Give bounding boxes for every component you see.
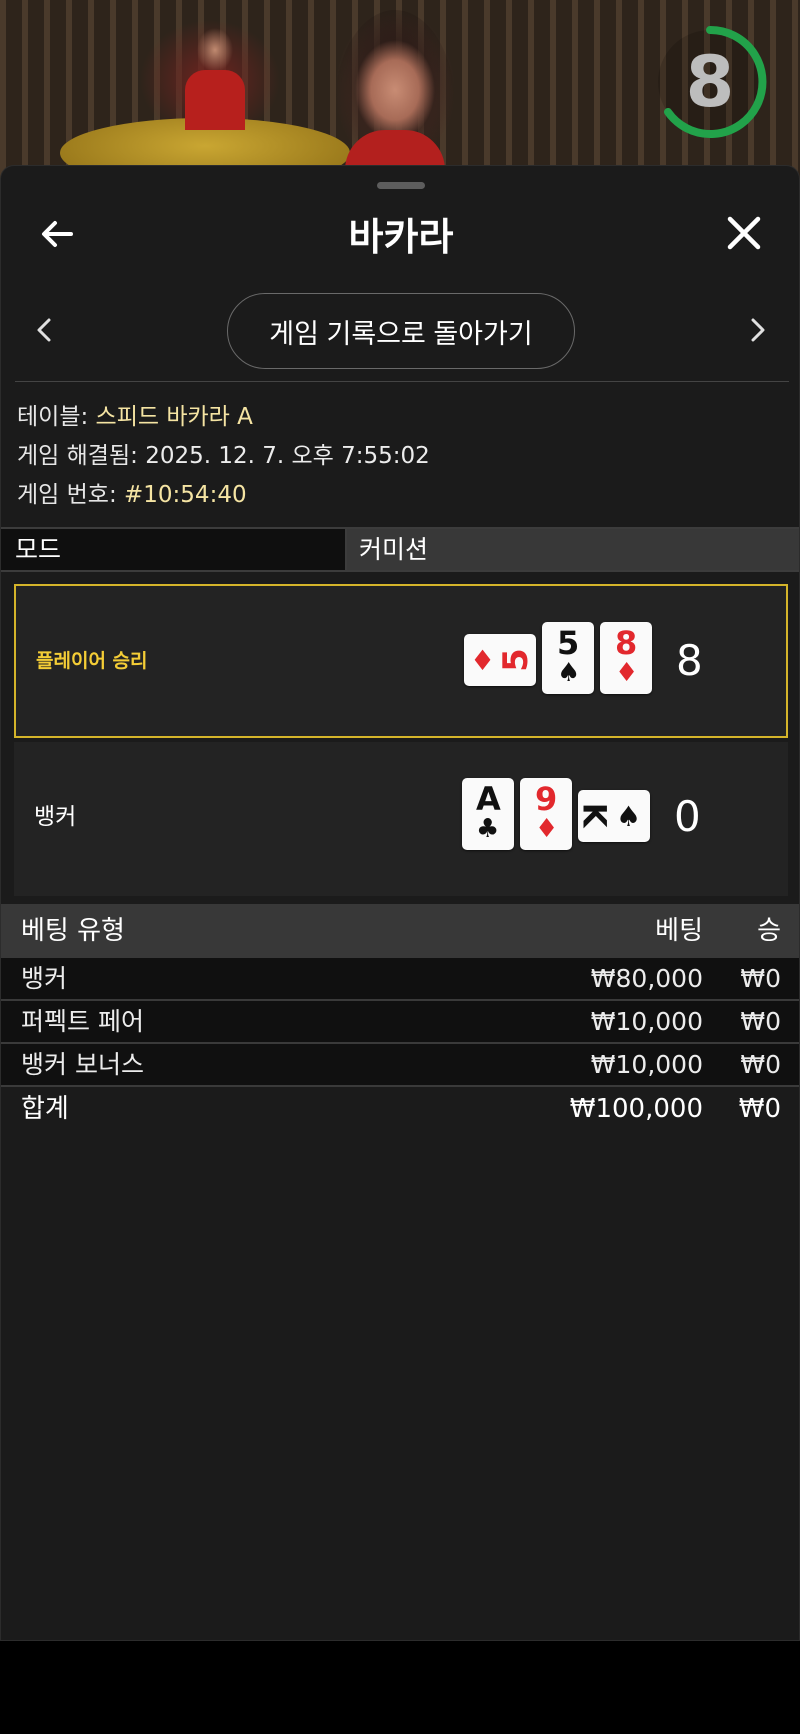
bet-type: 뱅커 보너스: [21, 1050, 144, 1079]
club-suit-icon: ♣: [476, 814, 500, 844]
previous-game-chevron-icon[interactable]: [33, 315, 55, 345]
card-rank: K: [575, 802, 614, 828]
mode-label: 모드: [1, 529, 347, 570]
sheet-drag-handle[interactable]: [377, 182, 425, 189]
table-row: 퍼펙트 페어 ₩10,000 ₩0: [1, 1001, 799, 1044]
diamond-suit-icon: ♦: [470, 644, 496, 677]
total-row: 합계 ₩100,000 ₩0: [1, 1087, 799, 1130]
countdown-timer: 8: [685, 41, 735, 123]
back-to-history-button[interactable]: 게임 기록으로 돌아가기: [227, 293, 575, 369]
mode-row: 모드 커미션: [1, 527, 799, 572]
win-amount-header: 승: [757, 916, 781, 946]
card-8-diamonds: 8 ♦: [600, 622, 652, 694]
win-amount: ₩0: [740, 964, 781, 993]
resolved-label: 게임 해결됨:: [17, 443, 138, 469]
bet-type: 뱅커: [21, 964, 68, 993]
table-value: 스피드 바카라 A: [95, 404, 253, 430]
table-info: 테이블: 스피드 바카라 A: [17, 398, 777, 437]
table-label: 테이블:: [17, 404, 89, 430]
total-bet-amount: ₩100,000: [569, 1094, 703, 1124]
bets-table-header: 베팅 유형 베팅 승: [1, 904, 799, 958]
banker-score: 0: [674, 792, 701, 841]
card-9-diamonds: 9 ♦: [520, 778, 572, 850]
next-game-chevron-icon[interactable]: [747, 315, 769, 345]
history-navigation: 게임 기록으로 돌아가기: [1, 291, 799, 371]
bet-type: 퍼펙트 페어: [21, 1007, 144, 1036]
mode-value: 커미션: [347, 529, 799, 570]
player-result: 플레이어 승리 5 ♦ 5 ♠ 8 ♦ 8: [14, 584, 788, 738]
page-title: 바카라: [348, 215, 454, 259]
game-info: 테이블: 스피드 바카라 A 게임 해결됨: 2025. 12. 7. 오후 7…: [17, 398, 777, 515]
bet-amount: ₩10,000: [590, 1007, 703, 1036]
resolved-info: 게임 해결됨: 2025. 12. 7. 오후 7:55:02: [17, 437, 777, 476]
bet-type-header: 베팅 유형: [21, 916, 125, 946]
card-5-diamonds: 5 ♦: [464, 634, 536, 686]
card-a-clubs: A ♣: [462, 778, 514, 850]
game-history-sheet: 바카라 게임 기록으로 돌아가기 테이블: 스피드 바카라 A 게임 해결됨: …: [0, 165, 800, 1641]
card-rank: 9: [535, 780, 558, 818]
diamond-suit-icon: ♦: [535, 814, 559, 844]
bet-amount: ₩10,000: [590, 1050, 703, 1079]
close-icon[interactable]: [723, 212, 765, 254]
bet-amount-header: 베팅: [655, 916, 703, 946]
game-number-info: 게임 번호: #10:54:40: [17, 476, 777, 515]
background-dealer: [180, 20, 250, 130]
sheet-header: 바카라: [1, 196, 799, 266]
card-rank: 8: [615, 624, 638, 662]
win-amount: ₩0: [740, 1050, 781, 1079]
card-k-spades: K ♠: [575, 790, 650, 842]
player-score: 8: [676, 636, 703, 685]
game-number-value: #10:54:40: [124, 482, 247, 508]
card-rank: A: [476, 780, 501, 818]
game-number-label: 게임 번호:: [17, 482, 117, 508]
card-rank: 5: [495, 648, 536, 672]
spade-suit-icon: ♠: [616, 800, 642, 833]
card-rank: 5: [557, 624, 580, 662]
resolved-value: 2025. 12. 7. 오후 7:55:02: [145, 443, 430, 469]
player-win-label: 플레이어 승리: [36, 650, 148, 672]
total-label: 합계: [21, 1094, 69, 1124]
card-5-spades: 5 ♠: [542, 622, 594, 694]
banker-label: 뱅커: [34, 804, 77, 830]
bet-amount: ₩80,000: [590, 964, 703, 993]
bets-table: 베팅 유형 베팅 승 뱅커 ₩80,000 ₩0 퍼펙트 페어 ₩10,000 …: [1, 904, 799, 1130]
table-row: 뱅커 보너스 ₩10,000 ₩0: [1, 1044, 799, 1087]
spade-suit-icon: ♠: [557, 658, 581, 688]
divider: [15, 381, 789, 382]
diamond-suit-icon: ♦: [615, 658, 639, 688]
banker-result: 뱅커 A ♣ 9 ♦ K ♠ 0: [14, 742, 788, 896]
table-row: 뱅커 ₩80,000 ₩0: [1, 958, 799, 1001]
total-win-amount: ₩0: [738, 1094, 781, 1124]
win-amount: ₩0: [740, 1007, 781, 1036]
